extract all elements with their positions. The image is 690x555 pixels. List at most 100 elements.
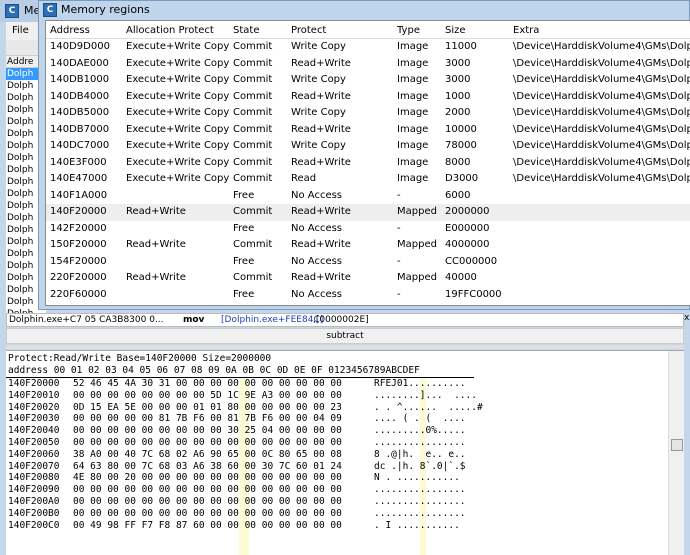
cell-state: Commit [233,74,273,85]
table-row[interactable]: 140D9D000 Execute+Write Copy Commit Write C… [46,39,690,56]
cell-size: 3000 [445,74,471,85]
column-header-allocation-protect[interactable]: Allocation Protect [126,25,231,36]
cell-protect: Read+Write [291,57,351,69]
cell-protect: Read [291,173,317,184]
cell-size: 6000 [445,189,471,201]
table-row[interactable]: 140DB4000 Execute+Write Copy Commit Read+Wr… [46,89,690,106]
disassembler-row[interactable]: Dolphin.exe+C7 05 CA3B8300 0... mov [Dol… [6,313,684,327]
table-row[interactable]: 140E47000 Execute+Write Copy Commit Read Ima… [46,171,690,188]
cell-size: E000000 [445,222,490,234]
column-header-type[interactable]: Type [397,25,445,36]
cell-allocation-protect: Execute+Write Copy [126,41,230,52]
cell-allocation-protect: Execute+Write Copy [126,57,230,69]
table-row[interactable]: 140DB5000 Execute+Write Copy Commit Write C… [46,105,690,122]
hex-row-ascii: ................ [374,436,466,448]
cell-type: Image [397,156,429,168]
scrollbar-thumb[interactable] [671,439,683,451]
hex-view[interactable]: Protect:Read/Write Base=140F20000 Size=2… [6,350,684,555]
cell-type: Mapped [397,272,437,283]
app-icon: C [43,3,57,17]
cell-state: Commit [233,57,273,69]
cell-allocation-protect: Execute+Write Copy [126,173,230,184]
table-row[interactable]: 142F20000 Free No Access - E000000 [46,221,690,238]
table-row[interactable]: 140F20000 Read+Write Commit Read+Write Mappe… [46,204,690,221]
cell-type: Image [397,107,429,118]
hex-row-bytes: 4E 80 00 20 00 00 00 00 00 00 00 00 00 0… [73,472,342,484]
regions-table[interactable]: Address Allocation Protect State Protect… [45,20,690,306]
table-row[interactable]: 154F20000 Free No Access - CC000000 [46,254,690,271]
cell-protect: Write Copy [291,107,346,118]
cell-address: 220F60000 [50,288,107,300]
cell-type: - [397,189,401,201]
cell-allocation-protect: Execute+Write Copy [126,140,230,151]
hex-row-bytes: 00 00 00 00 00 00 00 00 00 00 00 00 00 0… [73,495,342,507]
cell-address: 140F20000 [50,206,107,217]
table-row[interactable]: 140DB1000 Execute+Write Copy Commit Write C… [46,72,690,89]
cell-protect: Read+Write [291,90,351,102]
hex-row-ascii: ........]... .... [374,389,477,401]
hex-row-address: 140F20060 [8,448,60,460]
disassembler-operand-value: ,[0000002E] [313,315,369,325]
table-row[interactable]: 220F20000 Read+Write Commit Read+Write Mappe… [46,270,690,287]
hex-row-address: 140F20030 [8,413,60,425]
cell-size: 40000 [445,272,477,283]
column-header-state[interactable]: State [233,25,291,36]
cell-type: - [397,288,401,300]
hex-row-ascii: .........0%..... [374,425,466,437]
regions-title-bar[interactable]: C Memory regions [39,1,689,19]
cell-address: 154F20000 [50,255,107,267]
pane-splitter[interactable] [6,345,684,349]
disassembler-opcode: mov [183,315,205,325]
cell-allocation-protect: Execute+Write Copy [126,107,230,118]
close-icon[interactable]: x [684,313,690,327]
cell-extra: \Device\HarddiskVolume4\GMs\Dolphi [513,57,690,69]
cell-extra: \Device\HarddiskVolume4\GMs\Dolphi [513,74,690,85]
table-row[interactable]: 220F60000 Free No Access - 19FFC0000 [46,287,690,304]
column-header-extra[interactable]: Extra [513,25,690,36]
hex-row-address: 140F200A0 [8,495,60,507]
cell-type: Image [397,123,429,135]
cell-state: Commit [233,107,273,118]
cell-allocation-protect: Execute+Write Copy [126,74,230,85]
cell-extra: \Device\HarddiskVolume4\GMs\Dolphi [513,41,690,52]
table-row[interactable]: 140DAE000 Execute+Write Copy Commit Read+Wr… [46,56,690,73]
hex-row-ascii: ................ [374,495,466,507]
cell-state: Commit [233,140,273,151]
table-row[interactable]: 150F20000 Read+Write Commit Read+Write Mappe… [46,237,690,254]
cell-size: CC000000 [445,255,498,267]
regions-window-title: Memory regions [61,3,150,16]
comment-bar: subtract [6,328,684,344]
column-header-protect[interactable]: Protect [291,25,396,36]
hex-row-ascii: ................ [374,507,466,519]
table-row[interactable]: 140DB7000 Execute+Write Copy Commit Read+Wr… [46,122,690,139]
cell-type: Image [397,140,429,151]
cell-address: 140E47000 [50,173,108,184]
cell-size: 8000 [445,156,471,168]
cell-size: 3000 [445,57,471,69]
hex-row-bytes: 0D 15 EA 5E 00 00 00 01 01 80 00 00 00 0… [73,401,342,413]
hex-scrollbar[interactable] [668,351,684,555]
column-header-address[interactable]: Address [50,25,128,36]
cell-protect: Read+Write [291,239,351,250]
hex-row-address: 140F20000 [8,378,60,389]
cell-size: 2000000 [445,206,490,217]
hex-row-address: 140F20040 [8,425,60,437]
cell-type: Image [397,74,429,85]
hex-row-ascii: ................ [374,484,466,496]
hex-row-address: 140F20020 [8,401,60,413]
cell-extra: \Device\HarddiskVolume4\GMs\Dolphi [513,107,690,118]
menu-file[interactable]: File [12,25,29,36]
cell-address: 140DAE000 [50,57,109,69]
hex-row-ascii: . I ........... [374,519,460,531]
hex-header: address 00 01 02 03 04 05 06 07 08 09 0A… [8,365,420,376]
cell-size: 1000 [445,90,471,102]
cell-protect: No Access [291,222,343,234]
cell-protect: Read+Write [291,156,351,168]
table-row[interactable]: 140E3F000 Execute+Write Copy Commit Read+Wr… [46,155,690,172]
cell-protect: Write Copy [291,140,346,151]
table-row[interactable]: 140DC7000 Execute+Write Copy Commit Write C… [46,138,690,155]
table-row[interactable]: 140F1A000 Free No Access - 6000 [46,188,690,205]
column-header-size[interactable]: Size [445,25,511,36]
cell-address: 150F20000 [50,239,107,250]
hex-row-bytes: 00 00 00 00 00 00 00 00 00 00 00 00 00 0… [73,484,342,496]
